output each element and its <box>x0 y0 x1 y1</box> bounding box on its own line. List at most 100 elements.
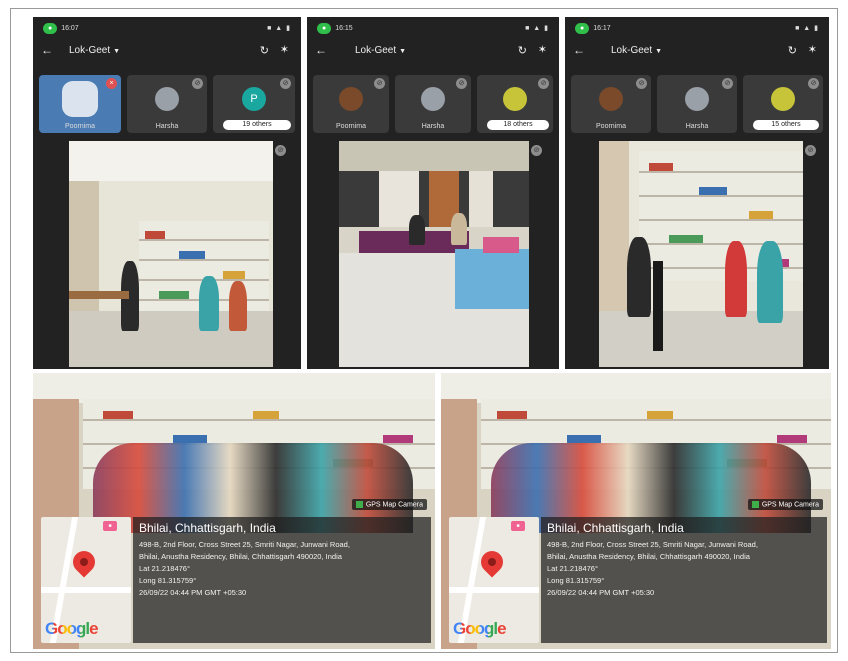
gps-address-line: Bhilai, Anustha Residency, Bhilai, Chhat… <box>547 552 750 561</box>
participant-avatar <box>421 87 445 111</box>
gps-overlay: ■ Google GPS Map Camera Bhilai, Chhattis… <box>441 499 831 649</box>
meet-screenshot-3: ● 16:17 ■ ▲ ▮ ← Lok-Geet ▼ ↻ ✶ ⊘ Poornima… <box>565 17 829 369</box>
status-icons: ■ ▲ ▮ <box>795 25 819 32</box>
participant-name: Harsha <box>155 123 179 130</box>
gps-overlay: ■ Google GPS Map Camera Bhilai, Chhattis… <box>33 499 435 649</box>
participant-name: Harsha <box>421 123 445 130</box>
gps-lat: Lat 21.218476° <box>139 564 190 573</box>
participant-avatar <box>599 87 623 111</box>
arrow-left-icon[interactable]: ← <box>573 43 585 57</box>
others-count: 18 others <box>487 120 549 130</box>
map-pin-icon <box>476 546 508 578</box>
status-time: 16:15 <box>335 25 353 32</box>
participant-name: Harsha <box>685 123 709 130</box>
gps-long: Long 81.315759° <box>547 576 605 585</box>
participant-tile-poornima[interactable]: × Poornima <box>39 75 121 133</box>
camera-switch-icon[interactable]: ↻ <box>788 44 797 57</box>
mic-off-icon: ⊘ <box>808 78 819 89</box>
arrow-left-icon[interactable]: ← <box>315 43 327 57</box>
caret-down-icon: ▼ <box>113 48 121 55</box>
person <box>451 213 467 245</box>
map-badge-icon: ■ <box>103 521 117 531</box>
gps-photo-1: ■ Google GPS Map Camera Bhilai, Chhattis… <box>33 373 435 649</box>
participant-avatar <box>155 87 179 111</box>
bluetooth-icon[interactable]: ✶ <box>280 43 289 56</box>
gps-place: Bhilai, Chhattisgarh, India <box>547 521 684 535</box>
mic-off-icon: ⊘ <box>805 145 816 156</box>
call-timer-pill: ● <box>43 23 58 34</box>
mic-off-icon: ⊘ <box>636 78 647 89</box>
bluetooth-icon[interactable]: ✶ <box>538 43 547 56</box>
status-time: 16:07 <box>61 25 79 32</box>
camera-switch-icon[interactable]: ↻ <box>518 44 527 57</box>
participant-avatar: P <box>242 87 266 111</box>
mic-off-icon: ⊘ <box>456 78 467 89</box>
person <box>199 276 219 331</box>
caret-down-icon: ▼ <box>655 48 663 55</box>
participant-tile-others[interactable]: ⊘ 15 others <box>743 75 823 133</box>
meet-screenshot-1: ● 16:07 ■ ▲ ▮ ← Lok-Geet ▼ ↻ ✶ × Poornima… <box>33 17 301 369</box>
map-thumbnail: ■ Google <box>449 517 539 643</box>
meet-app-bar: ← Lok-Geet ▼ ↻ ✶ <box>315 41 551 61</box>
participant-tile-others[interactable]: ⊘ 18 others <box>477 75 553 133</box>
gps-address-line: 498-B, 2nd Floor, Cross Street 25, Smrit… <box>547 540 758 549</box>
participant-tile-harsha[interactable]: ⊘ Harsha <box>395 75 471 133</box>
mic-off-icon: ⊘ <box>531 145 542 156</box>
map-pin-icon <box>68 546 100 578</box>
google-logo: Google <box>45 619 99 638</box>
bluetooth-icon[interactable]: ✶ <box>808 43 817 56</box>
status-icons: ■ ▲ ▮ <box>267 25 291 32</box>
gps-address-line: Bhilai, Anustha Residency, Bhilai, Chhat… <box>139 552 342 561</box>
participant-avatar <box>685 87 709 111</box>
mic-off-icon: ⊘ <box>275 145 286 156</box>
gps-datetime: 26/09/22 04:44 PM GMT +05:30 <box>547 588 655 597</box>
gps-info-panel: GPS Map Camera Bhilai, Chhattisgarh, Ind… <box>541 499 827 643</box>
participant-tile-harsha[interactable]: ⊘ Harsha <box>127 75 207 133</box>
participant-avatar <box>771 87 795 111</box>
meet-screenshot-2: ● 16:15 ■ ▲ ▮ ← Lok-Geet ▼ ↻ ✶ ⊘ Poornima… <box>307 17 559 369</box>
mic-off-icon: × <box>106 78 117 89</box>
meet-app-bar: ← Lok-Geet ▼ ↻ ✶ <box>41 41 293 61</box>
others-count: 19 others <box>223 120 291 130</box>
meeting-title[interactable]: Lok-Geet ▼ <box>69 45 120 56</box>
person <box>409 215 425 245</box>
caret-down-icon: ▼ <box>399 48 407 55</box>
gps-camera-label: GPS Map Camera <box>747 499 823 511</box>
participant-tile-others[interactable]: P ⊘ 19 others <box>213 75 295 133</box>
participant-tile-poornima[interactable]: ⊘ Poornima <box>571 75 651 133</box>
main-video <box>599 141 803 367</box>
mic-off-icon: ⊘ <box>538 78 549 89</box>
status-bar: ● 16:15 ■ ▲ ▮ <box>317 23 549 37</box>
gps-long: Long 81.315759° <box>139 576 197 585</box>
person <box>725 241 747 317</box>
participant-avatar <box>339 87 363 111</box>
gps-camera-icon <box>751 501 759 508</box>
call-timer-pill: ● <box>575 23 590 34</box>
gps-info-panel: GPS Map Camera Bhilai, Chhattisgarh, Ind… <box>133 499 431 643</box>
mic-off-icon: ⊘ <box>722 78 733 89</box>
meeting-title[interactable]: Lok-Geet ▼ <box>611 45 662 56</box>
meeting-title[interactable]: Lok-Geet ▼ <box>355 45 406 56</box>
participant-avatar <box>503 87 527 111</box>
others-count: 15 others <box>753 120 819 130</box>
participant-tile-poornima[interactable]: ⊘ Poornima <box>313 75 389 133</box>
person <box>757 241 783 323</box>
camera-switch-icon[interactable]: ↻ <box>260 44 269 57</box>
mic-off-icon: ⊘ <box>192 78 203 89</box>
google-logo: Google <box>453 619 507 638</box>
gps-photo-2: ■ Google GPS Map Camera Bhilai, Chhattis… <box>441 373 831 649</box>
status-bar: ● 16:17 ■ ▲ ▮ <box>575 23 819 37</box>
main-video <box>69 141 273 367</box>
participant-video <box>62 81 98 117</box>
meet-app-bar: ← Lok-Geet ▼ ↻ ✶ <box>573 41 821 61</box>
collage-frame: ● 16:07 ■ ▲ ▮ ← Lok-Geet ▼ ↻ ✶ × Poornima… <box>10 8 838 653</box>
participant-tile-harsha[interactable]: ⊘ Harsha <box>657 75 737 133</box>
status-bar: ● 16:07 ■ ▲ ▮ <box>43 23 291 37</box>
gps-place: Bhilai, Chhattisgarh, India <box>139 521 276 535</box>
gps-camera-icon <box>355 501 363 508</box>
arrow-left-icon[interactable]: ← <box>41 43 53 57</box>
participant-name: Poornima <box>336 123 366 130</box>
gps-lat: Lat 21.218476° <box>547 564 598 573</box>
participant-name: Poornima <box>596 123 626 130</box>
gps-datetime: 26/09/22 04:44 PM GMT +05:30 <box>139 588 247 597</box>
